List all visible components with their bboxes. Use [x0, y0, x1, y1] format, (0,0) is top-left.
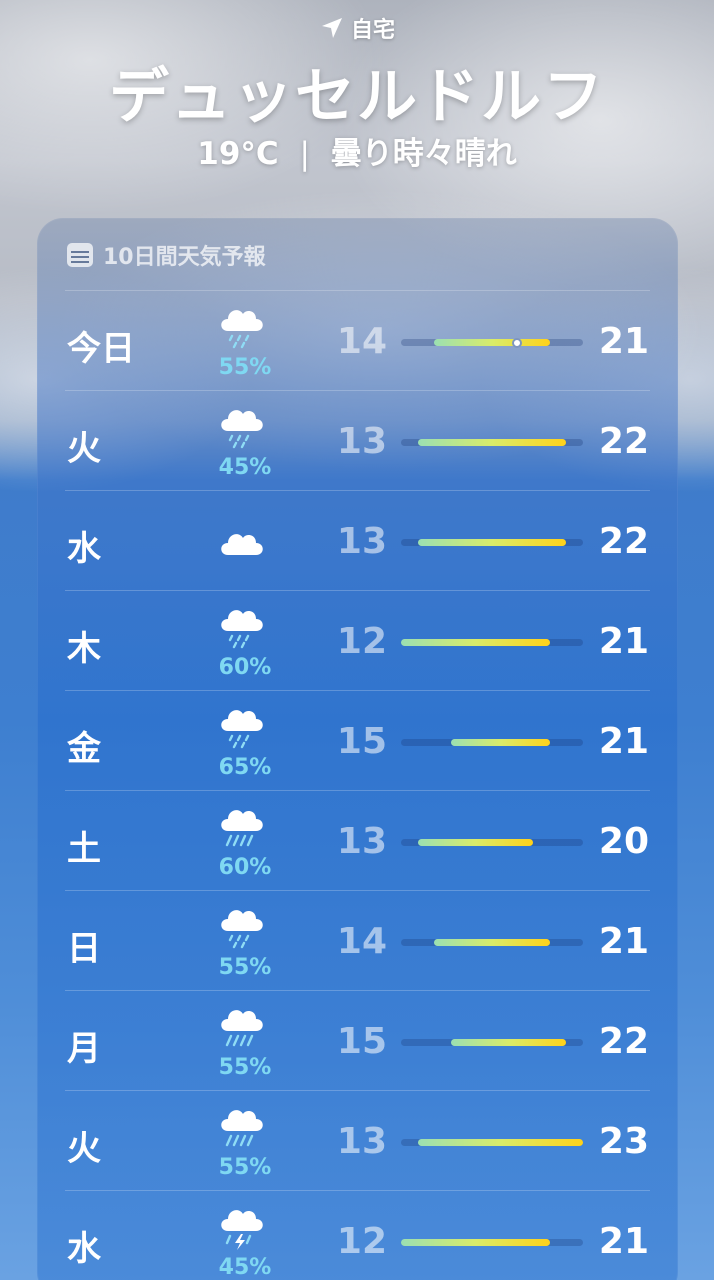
precip-chance: 60%	[218, 855, 272, 880]
temp-range-fill	[434, 339, 550, 346]
high-temp: 21	[598, 1221, 649, 1262]
low-temp: 14	[336, 921, 387, 962]
calendar-icon	[67, 243, 93, 267]
separator: |	[299, 136, 310, 172]
temp-range-fill	[450, 739, 550, 746]
temp-range-fill	[401, 1239, 550, 1246]
precip-chance: 65%	[218, 755, 272, 780]
weather-cell: 60%	[205, 799, 285, 883]
current-temperature: 19°C	[197, 136, 279, 172]
precip-chance: 55%	[218, 955, 272, 980]
day-label: 水	[67, 1229, 101, 1269]
low-temp: 14	[336, 321, 387, 362]
temp-range-fill	[417, 839, 534, 846]
day-label: 土	[67, 829, 101, 869]
current-temp-dot	[511, 337, 522, 348]
low-temp: 15	[336, 721, 387, 762]
weather-cell: 45%	[205, 399, 285, 483]
low-temp: 15	[336, 1021, 387, 1062]
forecast-row[interactable]: 火 55% 13 23	[65, 1090, 650, 1190]
day-label: 日	[67, 929, 101, 969]
forecast-rows: 今日 55% 14 21 火 45% 13 22 水 13 22 木 60% 12 21 金 65% 15 21 土 6…	[65, 290, 650, 1280]
weather-cell: 55%	[205, 999, 285, 1083]
ten-day-forecast-card[interactable]: 10日間天気予報 今日 55% 14 21 火 45% 13 22 水 13 22 木 60% 12 21 金…	[37, 218, 678, 1280]
temp-range-bar	[401, 337, 583, 348]
condition-text: 曇り時々晴れ	[330, 136, 517, 172]
precip-chance: 45%	[218, 1255, 272, 1280]
forecast-row[interactable]: 木 60% 12 21	[65, 590, 650, 690]
low-temp: 13	[336, 521, 387, 562]
weather-cell: 55%	[205, 299, 285, 383]
high-temp: 21	[598, 621, 649, 662]
day-label: 月	[67, 1029, 101, 1069]
high-temp: 21	[598, 321, 649, 362]
precip-chance: 55%	[218, 1055, 272, 1080]
temp-range-bar	[401, 539, 583, 546]
precip-chance: 45%	[218, 455, 272, 480]
precip-chance: 60%	[218, 655, 272, 680]
precip-chance: 55%	[218, 1155, 272, 1180]
temp-range-bar	[401, 1039, 583, 1046]
temp-range-fill	[417, 1139, 583, 1146]
forecast-row[interactable]: 水 45% 12 21	[65, 1190, 650, 1280]
forecast-row[interactable]: 土 60% 13 20	[65, 790, 650, 890]
city-name: デュッセルドルフ	[109, 62, 605, 132]
temp-range-fill	[450, 1039, 567, 1046]
low-temp: 12	[336, 1221, 387, 1262]
forecast-row[interactable]: 今日 55% 14 21	[65, 290, 650, 390]
temp-range-bar	[401, 639, 583, 646]
weather-cell	[205, 499, 285, 583]
weather-cell: 65%	[205, 699, 285, 783]
precip-chance: 55%	[218, 355, 272, 380]
temp-range-bar	[401, 739, 583, 746]
temp-range-fill	[417, 539, 567, 546]
day-label: 今日	[67, 329, 135, 369]
high-temp: 22	[598, 521, 649, 562]
current-conditions: 19°C | 曇り時々晴れ	[0, 128, 714, 173]
weather-cell: 45%	[205, 1199, 285, 1280]
low-temp: 13	[336, 1121, 387, 1162]
day-label: 木	[67, 629, 101, 669]
location-arrow-icon	[319, 15, 345, 41]
weather-cell: 55%	[205, 899, 285, 983]
day-label: 金	[67, 729, 101, 769]
day-label: 水	[67, 529, 101, 569]
temp-range-bar	[401, 1139, 583, 1146]
weather-cell: 60%	[205, 599, 285, 683]
high-temp: 21	[598, 921, 649, 962]
forecast-row[interactable]: 水 13 22	[65, 490, 650, 590]
temp-range-fill	[401, 639, 550, 646]
forecast-row[interactable]: 金 65% 15 21	[65, 690, 650, 790]
temp-range-fill	[417, 439, 567, 446]
day-label: 火	[67, 429, 101, 469]
temp-range-bar	[401, 939, 583, 946]
forecast-row[interactable]: 日 55% 14 21	[65, 890, 650, 990]
low-temp: 12	[336, 621, 387, 662]
card-title: 10日間天気予報	[103, 245, 266, 270]
high-temp: 23	[598, 1121, 649, 1162]
temp-range-bar	[401, 1239, 583, 1246]
location-label: 自宅	[350, 18, 395, 43]
high-temp: 21	[598, 721, 649, 762]
temp-range-fill	[434, 939, 550, 946]
weather-cell: 55%	[205, 1099, 285, 1183]
low-temp: 13	[336, 421, 387, 462]
temp-range-bar	[401, 439, 583, 446]
day-label: 火	[67, 1129, 101, 1169]
card-header: 10日間天気予報	[67, 240, 266, 270]
forecast-row[interactable]: 月 55% 15 22	[65, 990, 650, 1090]
high-temp: 22	[598, 1021, 649, 1062]
high-temp: 20	[598, 821, 649, 862]
forecast-row[interactable]: 火 45% 13 22	[65, 390, 650, 490]
low-temp: 13	[336, 821, 387, 862]
high-temp: 22	[598, 421, 649, 462]
temp-range-bar	[401, 839, 583, 846]
location-row: 自宅	[0, 12, 714, 44]
